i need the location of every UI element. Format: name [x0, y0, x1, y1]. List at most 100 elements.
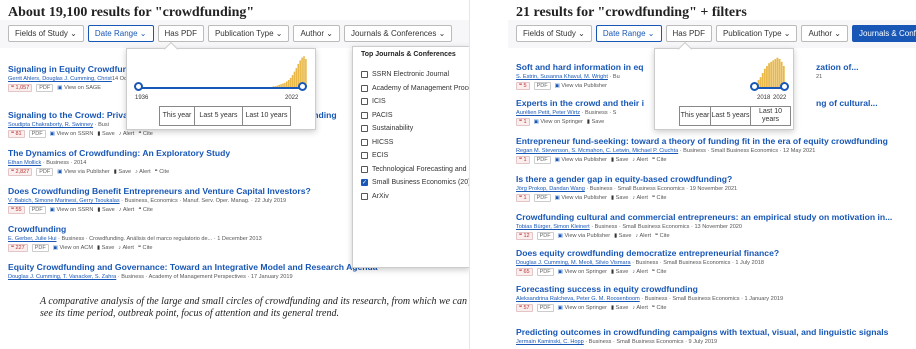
checkbox[interactable] [361, 165, 368, 173]
save-button[interactable]: ▮ Save [97, 131, 114, 137]
checkbox[interactable] [361, 84, 368, 92]
checkbox[interactable]: ✓ [361, 179, 368, 187]
result-title-text[interactable]: Experts in the crowd and their i [516, 98, 644, 108]
journal-option[interactable]: Academy of Management Proceedings [361, 82, 469, 96]
alert-button[interactable]: ♪ Alert [635, 233, 651, 239]
save-button[interactable]: ▮ Save [587, 119, 604, 125]
view-source-link[interactable]: ▣ View via Publisher [555, 83, 607, 89]
checkbox[interactable] [361, 138, 368, 146]
pdf-button[interactable]: PDF [28, 206, 46, 214]
pdf-button[interactable]: PDF [536, 304, 554, 312]
view-source-link[interactable]: ▣ View on Springer [558, 269, 607, 275]
alert-button[interactable]: ♪ Alert [119, 131, 135, 137]
journal-option[interactable]: SSRN Electronic Journal [361, 68, 469, 82]
result-authors[interactable]: S. Estrin, Susanna Khavul, M. Wright [516, 74, 608, 80]
date-slider-track[interactable] [139, 87, 303, 89]
result-title-text[interactable]: Entrepreneur fund-seeking: toward a theo… [516, 136, 888, 146]
checkbox[interactable] [361, 125, 368, 133]
result-authors[interactable]: Aurélien Petit, Peter Wirtz [516, 110, 580, 116]
journal-option[interactable]: Technological Forecasting and Social Cha… [361, 163, 469, 177]
result-title-text[interactable]: Forecasting success in equity crowdfundi… [516, 284, 698, 294]
checkbox[interactable] [361, 111, 368, 119]
alert-button[interactable]: ♪ Alert [118, 245, 134, 251]
citation-count-badge[interactable]: ❝ 12 [516, 232, 533, 240]
filter-publication-type[interactable]: Publication Type ⌄ [207, 25, 290, 42]
pdf-button[interactable]: PDF [533, 194, 551, 202]
alert-button[interactable]: ♪ Alert [119, 207, 135, 213]
cite-button[interactable]: ❝ Cite [652, 269, 667, 275]
citation-count-badge[interactable]: ❝ 227 [8, 244, 28, 252]
journal-option[interactable]: HICSS [361, 136, 469, 150]
result-title-text[interactable]: Signaling to the Crowd: Private [8, 110, 135, 120]
result-title[interactable]: Predicting outcomes in crowdfunding camp… [516, 327, 908, 337]
date-slider-end-handle[interactable] [298, 82, 307, 91]
view-source-link[interactable]: ▣ View on ACM [53, 245, 93, 251]
filter-has-pdf[interactable]: Has PDF [665, 25, 712, 42]
checkbox[interactable] [361, 98, 368, 106]
cite-button[interactable]: ❝ Cite [652, 157, 667, 163]
citation-count-badge[interactable]: ❝ 81 [8, 130, 25, 138]
result-title[interactable]: Crowdfunding cultural and commercial ent… [516, 212, 908, 222]
journal-option[interactable]: Sustainability [361, 122, 469, 136]
journal-option[interactable]: ICIS [361, 95, 469, 109]
filter-date-range[interactable]: Date Range ⌄ [595, 25, 662, 42]
save-button[interactable]: ▮ Save [611, 195, 628, 201]
alert-button[interactable]: ♪ Alert [632, 195, 648, 201]
journal-option[interactable]: ECIS [361, 149, 469, 163]
filter-journals-conferences[interactable]: Journals & Conferences ⌄ [343, 25, 453, 42]
last-10-years-button[interactable]: Last 10 years [243, 106, 291, 126]
journal-option[interactable]: ArXiv [361, 190, 469, 204]
view-source-link[interactable]: ▣ View on Springer [558, 305, 607, 311]
result-authors[interactable]: Gerrit Ahlers, Douglas J. Cumming, Chris… [8, 76, 112, 82]
citation-count-badge[interactable]: ❝ 1 [516, 118, 530, 126]
save-button[interactable]: ▮ Save [614, 233, 631, 239]
citation-count-badge[interactable]: ❝ 65 [516, 268, 533, 276]
cite-button[interactable]: ❝ Cite [652, 305, 667, 311]
filter-author[interactable]: Author ⌄ [293, 25, 340, 42]
journal-option[interactable]: PACIS [361, 109, 469, 123]
save-button[interactable]: ▮ Save [611, 157, 628, 163]
save-button[interactable]: ▮ Save [97, 207, 114, 213]
result-title-text[interactable]: Crowdfunding [8, 224, 66, 234]
last-10-years-button[interactable]: Last 10 years [751, 106, 791, 126]
result-title-text[interactable]: Equity Crowdfunding and Governance: Towa… [8, 262, 378, 272]
result-authors[interactable]: E. Gerber, Julie Hui [8, 236, 57, 242]
citation-count-badge[interactable]: ❝ 1 [516, 156, 530, 164]
filter-author[interactable]: Author ⌄ [801, 25, 848, 42]
citation-count-badge[interactable]: ❝ 1,057 [8, 84, 33, 92]
this-year-button[interactable]: This year [679, 106, 711, 126]
cite-button[interactable]: ❝ Cite [138, 207, 153, 213]
checkbox[interactable] [361, 192, 368, 200]
filter-journals-conferences[interactable]: Journals & Conferences [851, 25, 916, 42]
pdf-button[interactable]: PDF [31, 244, 49, 252]
result-authors[interactable]: V. Babich, Simone Marinesi, Gerry Tsouka… [8, 198, 120, 204]
citation-count-badge[interactable]: ❝ 2,827 [8, 168, 33, 176]
result-title-tail[interactable]: ng of cultural... [816, 98, 878, 108]
view-source-link[interactable]: ▣ View via Publisher [558, 233, 610, 239]
result-authors[interactable]: Tobias Bürger, Simon Kleinert [516, 224, 590, 230]
view-source-link[interactable]: ▣ View on Springer [534, 119, 583, 125]
alert-button[interactable]: ♪ Alert [632, 269, 648, 275]
pdf-button[interactable]: PDF [533, 156, 551, 164]
pdf-button[interactable]: PDF [28, 130, 46, 138]
filter-fields-of-study[interactable]: Fields of Study ⌄ [516, 25, 592, 42]
pdf-button[interactable]: PDF [536, 268, 554, 276]
result-title[interactable]: Entrepreneur fund-seeking: toward a theo… [516, 136, 908, 146]
filter-publication-type[interactable]: Publication Type ⌄ [715, 25, 798, 42]
date-slider-end-handle[interactable] [780, 82, 789, 91]
save-button[interactable]: ▮ Save [611, 305, 628, 311]
last-5-years-button[interactable]: Last 5 years [195, 106, 243, 126]
cite-button[interactable]: ❝ Cite [138, 131, 153, 137]
result-authors[interactable]: Douglas J. Cumming, M. Meoli, Silvio Vis… [516, 260, 631, 266]
result-title[interactable]: Does equity crowdfunding democratize ent… [516, 248, 908, 258]
checkbox[interactable] [361, 71, 368, 79]
alert-button[interactable]: ♪ Alert [632, 305, 648, 311]
checkbox[interactable] [361, 152, 368, 160]
result-title[interactable]: Forecasting success in equity crowdfundi… [516, 284, 908, 294]
result-authors[interactable]: Jermain Kaminski, C. Hopp [516, 339, 584, 345]
citation-count-badge[interactable]: ❝ 57 [516, 304, 533, 312]
pdf-button[interactable]: PDF [533, 82, 551, 90]
citation-count-badge[interactable]: ❝ 55 [8, 206, 25, 214]
result-authors[interactable]: Jörg Prokop, Dandan Wang [516, 186, 585, 192]
filter-has-pdf[interactable]: Has PDF [157, 25, 204, 42]
